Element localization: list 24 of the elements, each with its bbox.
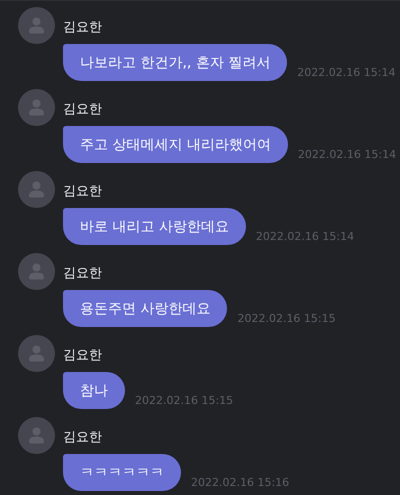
message-time: 2022.02.16 15:15 bbox=[135, 394, 234, 407]
sender-name: 김요한 bbox=[63, 346, 103, 364]
sender-name: 김요한 bbox=[63, 100, 103, 118]
sender-name: 김요한 bbox=[63, 18, 103, 36]
message-bubble: 주고 상태메세지 내리라했어여 bbox=[63, 126, 288, 163]
avatar-icon bbox=[18, 417, 55, 454]
message-time: 2022.02.16 15:14 bbox=[297, 66, 396, 79]
avatar-icon bbox=[18, 89, 55, 126]
message-bubble: 참나 bbox=[63, 372, 125, 409]
message-time: 2022.02.16 15:15 bbox=[237, 312, 336, 325]
avatar-icon bbox=[18, 171, 55, 208]
message-bubble: ㅋㅋㅋㅋㅋㅋ bbox=[63, 454, 181, 491]
avatar-icon bbox=[18, 253, 55, 290]
avatar-icon bbox=[18, 335, 55, 372]
message-bubble: 용돈주면 사랑한데요 bbox=[63, 290, 228, 327]
message-time: 2022.02.16 15:16 bbox=[191, 476, 290, 489]
message-bubble: 나보라고 한건가,, 혼자 찔려서 bbox=[63, 44, 288, 81]
sender-name: 김요한 bbox=[63, 264, 103, 282]
sender-name: 김요한 bbox=[63, 428, 103, 446]
sender-name: 김요한 bbox=[63, 182, 103, 200]
message-bubble: 바로 내리고 사랑한데요 bbox=[63, 208, 246, 245]
avatar-icon bbox=[18, 7, 55, 44]
message-time: 2022.02.16 15:14 bbox=[298, 148, 396, 161]
message-time: 2022.02.16 15:14 bbox=[256, 230, 354, 243]
